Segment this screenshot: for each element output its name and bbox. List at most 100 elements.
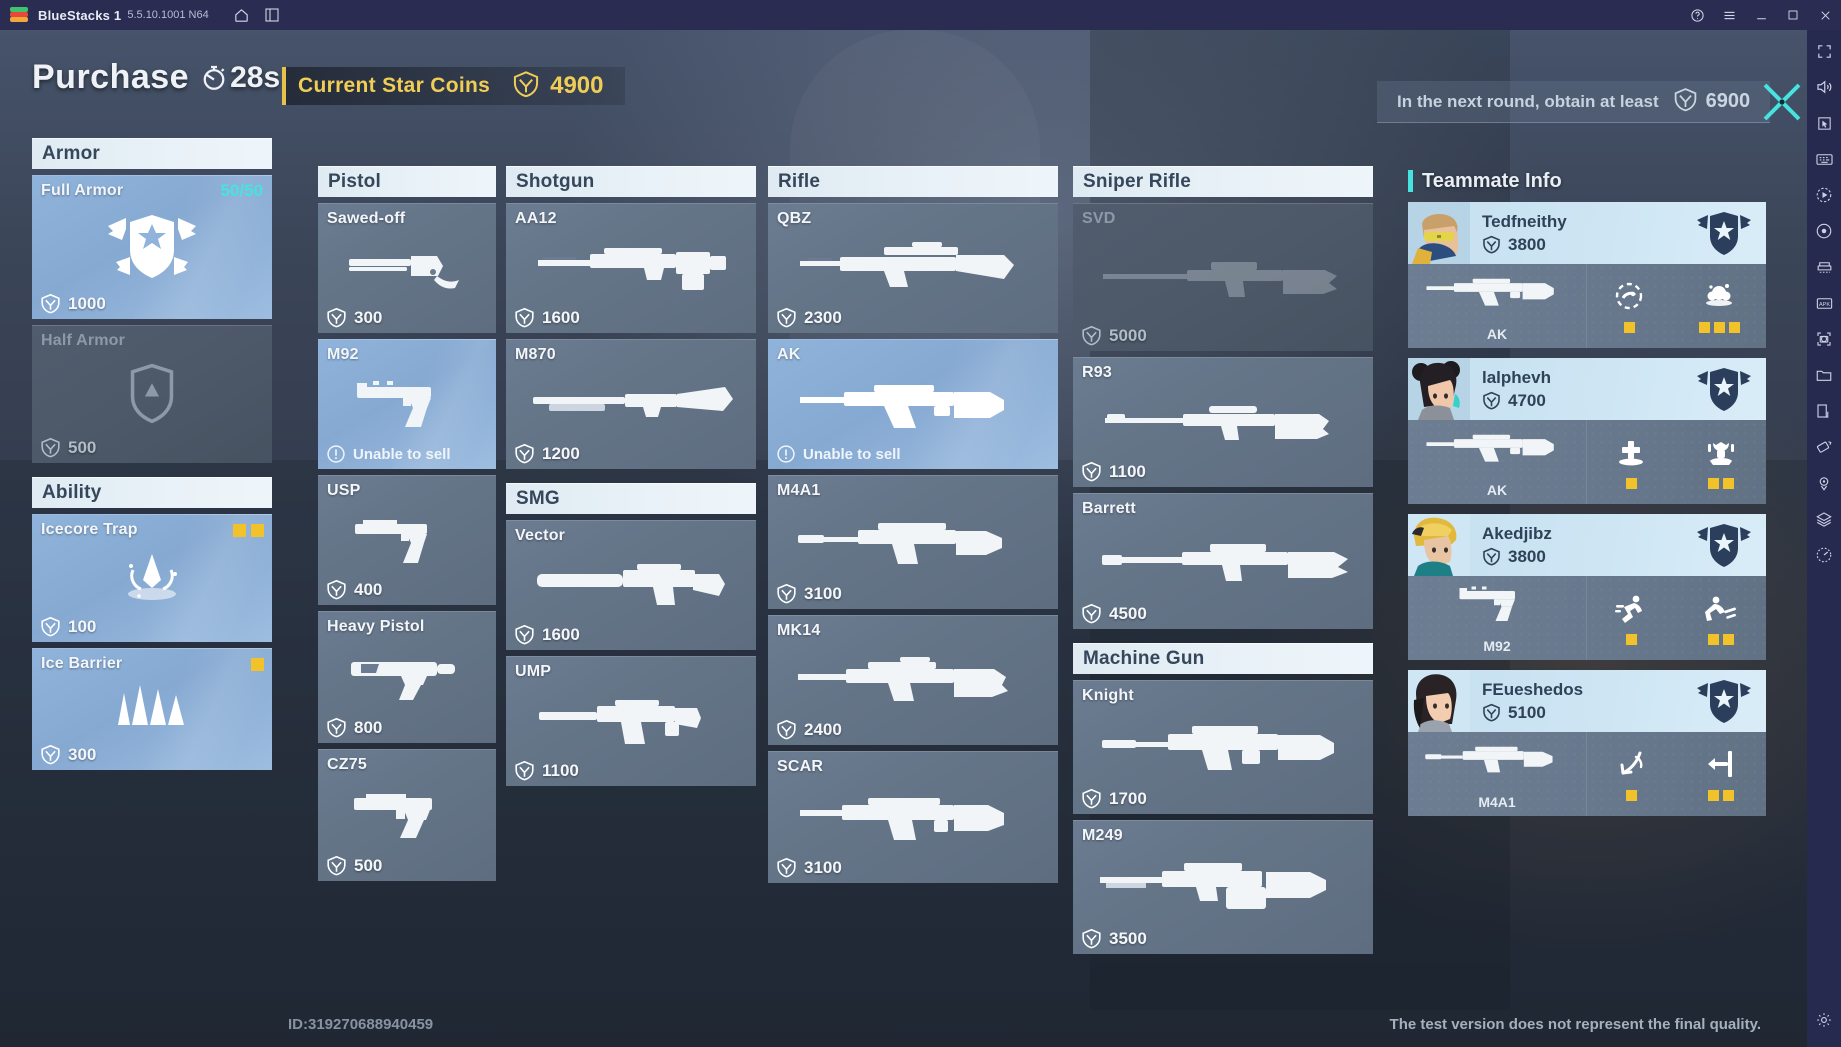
resize-window-icon[interactable] (1809, 396, 1839, 426)
star-coin-icon (1483, 703, 1500, 722)
category-header-sniper-rifle: Sniper Rifle (1073, 166, 1373, 197)
shop-item-full-armor[interactable]: Full Armor 50/50 1000 (32, 175, 272, 319)
fullscreen-icon[interactable] (1809, 36, 1839, 66)
shop-item-vector[interactable]: Vector 1600 (506, 520, 756, 650)
shop-item-qbz[interactable]: QBZ 2300 (768, 203, 1058, 333)
item-pips (233, 524, 264, 537)
column-shotgun-smg: Shotgun AA12 1600 M870 1200 SMG Vector 1… (506, 166, 756, 786)
category-header-smg: SMG (506, 483, 756, 514)
item-name: Ice Barrier (41, 655, 123, 672)
help-icon[interactable] (1681, 0, 1713, 30)
teammate-card[interactable]: FEueshedos 5100 M4A1 (1408, 670, 1766, 816)
coins-value: 4900 (550, 72, 604, 99)
teammate-card[interactable]: Akedjibz 3800 M92 (1408, 514, 1766, 660)
cursor-icon[interactable] (1809, 108, 1839, 138)
window-close-icon[interactable] (1809, 0, 1841, 30)
teammate-weapon-name: M4A1 (1478, 794, 1516, 810)
close-icon (1763, 83, 1801, 121)
teammate-card[interactable]: Tedfneithy 3800 AK (1408, 202, 1766, 348)
column-armor: Armor Full Armor 50/50 1000 Half Armor 5… (32, 138, 272, 770)
macro-play-icon[interactable] (1809, 180, 1839, 210)
shop-item-m4a1[interactable]: M4A1 3100 (768, 475, 1058, 609)
shop-item-barrett[interactable]: Barrett 4500 (1073, 493, 1373, 629)
shop-item-ice-barrier[interactable]: Ice Barrier 300 (32, 648, 272, 770)
location-icon[interactable] (1809, 468, 1839, 498)
star-coin-icon (515, 443, 534, 464)
maximize-icon[interactable] (1777, 0, 1809, 30)
close-shop-button[interactable] (1758, 78, 1806, 126)
record-icon[interactable] (1809, 216, 1839, 246)
shop-item-icecore-trap[interactable]: Icecore Trap 100 (32, 514, 272, 642)
shop-item-aa12[interactable]: AA12 1600 (506, 203, 756, 333)
item-name: AA12 (515, 210, 557, 227)
performance-icon[interactable] (1809, 540, 1839, 570)
star-coin-icon (1082, 325, 1101, 346)
category-header-ability: Ability (32, 477, 272, 508)
m249-icon (1073, 847, 1373, 924)
item-lock-text: Unable to sell (353, 445, 451, 463)
shop-item-m92[interactable]: M92 Unable to sell (318, 339, 496, 469)
keyboard-icon[interactable] (1809, 144, 1839, 174)
teammate-weapon-name: AK (1486, 326, 1508, 342)
shop-item-knight[interactable]: Knight 1700 (1073, 680, 1373, 814)
ak-icon (768, 366, 1058, 439)
shop-item-ak[interactable]: AK Unable to sell (768, 339, 1058, 469)
aa12-icon (506, 230, 756, 303)
shop-item-m870[interactable]: M870 1200 (506, 339, 756, 469)
star-coin-icon (327, 307, 346, 328)
shop-item-cz75[interactable]: CZ75 500 (318, 749, 496, 881)
shop-item-half-armor[interactable]: Half Armor 500 (32, 325, 272, 463)
minimize-icon[interactable] (1745, 0, 1777, 30)
teammate-weapon-name: M92 (1483, 638, 1511, 654)
shop-item-m249[interactable]: M249 3500 (1073, 820, 1373, 954)
ak-icon (1408, 426, 1586, 466)
barrett-icon (1073, 520, 1373, 599)
shop-item-scar[interactable]: SCAR 3100 (768, 751, 1058, 883)
shop-item-r93[interactable]: R93 1100 (1073, 357, 1373, 487)
category-title: Rifle (778, 171, 821, 192)
shop-item-usp[interactable]: USP 400 (318, 475, 496, 605)
teammate-coins: 3800 (1508, 546, 1546, 566)
multi-instance-manager-icon[interactable] (1809, 252, 1839, 282)
item-name: R93 (1082, 364, 1112, 381)
item-name: Sawed-off (327, 210, 406, 227)
item-price: 100 (40, 616, 96, 637)
layers-icon[interactable] (1809, 504, 1839, 534)
teammate-coins: 4700 (1508, 390, 1546, 410)
rotate-icon[interactable] (1809, 432, 1839, 462)
turret-icon (1704, 435, 1738, 469)
item-name: M249 (1082, 827, 1123, 844)
item-price: 5000 (1081, 325, 1147, 346)
item-price: 300 (326, 307, 382, 328)
teammate-name: Tedfneithy (1482, 211, 1567, 231)
multi-instance-icon[interactable] (257, 0, 287, 30)
settings-gear-icon[interactable] (1809, 1005, 1839, 1035)
shop-item-ump[interactable]: UMP 1100 (506, 656, 756, 786)
ice-barrier-icon (32, 675, 272, 740)
folder-icon[interactable] (1809, 360, 1839, 390)
r93-icon (1073, 384, 1373, 457)
item-price-value: 1100 (542, 760, 579, 780)
teammate-ability (1614, 435, 1648, 489)
item-price: 1600 (514, 307, 580, 328)
category-header-armor: Armor (32, 138, 272, 169)
column-pistol: Pistol Sawed-off 300 M92 Unable to sell … (318, 166, 496, 881)
volume-icon[interactable] (1809, 72, 1839, 102)
shop-item-mk14[interactable]: MK14 2400 (768, 615, 1058, 745)
shop-item-sawed-off[interactable]: Sawed-off 300 (318, 203, 496, 333)
install-apk-icon[interactable]: APK (1809, 288, 1839, 318)
shop-item-svd[interactable]: SVD 5000 (1073, 203, 1373, 351)
scar-icon (768, 778, 1058, 853)
teammate-info-panel: Teammate Info Tedfneithy 3800 AK lalphev… (1408, 166, 1766, 826)
category-title: Ability (42, 482, 102, 503)
item-name: M92 (327, 346, 359, 363)
teammate-card[interactable]: lalphevh 4700 AK (1408, 358, 1766, 504)
m870-icon (506, 366, 756, 439)
shop-item-heavy-pistol[interactable]: Heavy Pistol 800 (318, 611, 496, 743)
next-round-value: 6900 (1705, 90, 1751, 112)
screenshot-icon[interactable] (1809, 324, 1839, 354)
menu-icon[interactable] (1713, 0, 1745, 30)
teammate-name: FEueshedos (1482, 679, 1584, 699)
home-icon[interactable] (227, 0, 257, 30)
item-price: 400 (326, 579, 382, 600)
